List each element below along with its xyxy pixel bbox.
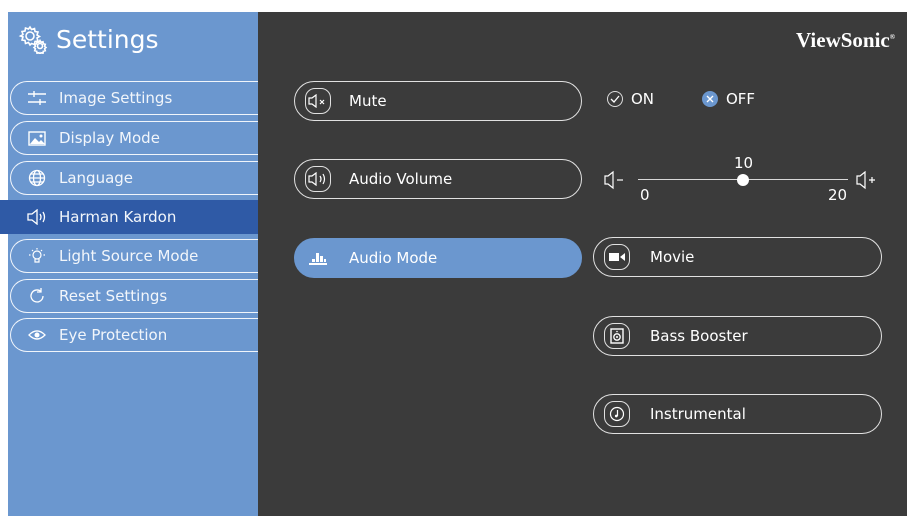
mute-on-label: ON — [631, 90, 655, 108]
gear-icon — [18, 25, 48, 54]
sidebar-item-eye-protection[interactable]: Eye Protection — [10, 318, 258, 352]
audio-mode-label: Audio Mode — [349, 249, 438, 267]
mute-off-option[interactable]: OFF — [702, 90, 755, 108]
sidebar-item-label: Display Mode — [59, 129, 160, 147]
mute-icon — [305, 88, 331, 114]
reset-icon — [23, 285, 51, 307]
music-note-icon — [604, 401, 630, 427]
slider-min: 0 — [640, 186, 650, 204]
sidebar-item-label: Eye Protection — [59, 326, 168, 344]
audio-mode-option-instrumental[interactable]: Instrumental — [593, 394, 882, 434]
check-circle-icon — [607, 91, 623, 107]
speaker-icon — [305, 166, 331, 192]
sidebar-item-label: Light Source Mode — [59, 247, 199, 265]
audio-mode-option-bass-booster[interactable]: Bass Booster — [593, 316, 882, 356]
mute-on-option[interactable]: ON — [607, 90, 654, 108]
sliders-icon — [23, 87, 51, 109]
mute-off-label: OFF — [726, 90, 756, 108]
audio-volume-button[interactable]: Audio Volume — [294, 159, 582, 199]
mute-label: Mute — [349, 92, 387, 110]
page-title: Settings — [56, 24, 159, 54]
slider-thumb[interactable] — [737, 174, 749, 186]
speaker-icon — [23, 206, 51, 228]
eye-icon — [23, 324, 51, 346]
speaker-cone-icon — [604, 323, 630, 349]
sidebar-item-harman-kardon[interactable]: Harman Kardon — [0, 200, 258, 234]
volume-up-icon — [856, 170, 875, 190]
option-label: Instrumental — [650, 405, 746, 423]
sidebar-item-reset-settings[interactable]: Reset Settings — [10, 279, 258, 313]
slider-max: 20 — [828, 186, 848, 204]
globe-icon — [23, 167, 51, 189]
volume-down-icon — [604, 170, 623, 190]
audio-volume-label: Audio Volume — [349, 170, 453, 188]
volume-slider[interactable]: 10 0 20 — [604, 152, 884, 212]
option-label: Bass Booster — [650, 327, 748, 345]
brand-logo: ViewSonic® — [796, 28, 895, 52]
sidebar-item-light-source-mode[interactable]: Light Source Mode — [10, 239, 258, 273]
sidebar-item-image-settings[interactable]: Image Settings — [10, 81, 258, 115]
sidebar-item-language[interactable]: Language — [10, 161, 258, 195]
sidebar-item-label: Harman Kardon — [59, 208, 177, 226]
bulb-icon — [23, 245, 51, 267]
slider-value: 10 — [734, 154, 754, 172]
sidebar-item-display-mode[interactable]: Display Mode — [10, 121, 258, 155]
picture-icon — [23, 127, 51, 149]
equalizer-icon — [305, 245, 331, 271]
mute-button[interactable]: Mute — [294, 81, 582, 121]
audio-mode-option-movie[interactable]: Movie — [593, 237, 882, 277]
sidebar-item-label: Reset Settings — [59, 287, 168, 305]
option-label: Movie — [650, 248, 695, 266]
audio-mode-button[interactable]: Audio Mode — [294, 238, 582, 278]
x-circle-icon — [702, 91, 718, 107]
sidebar-item-label: Image Settings — [59, 89, 173, 107]
settings-header: Settings — [18, 24, 159, 54]
camera-icon — [604, 244, 630, 270]
sidebar-item-label: Language — [59, 169, 134, 187]
